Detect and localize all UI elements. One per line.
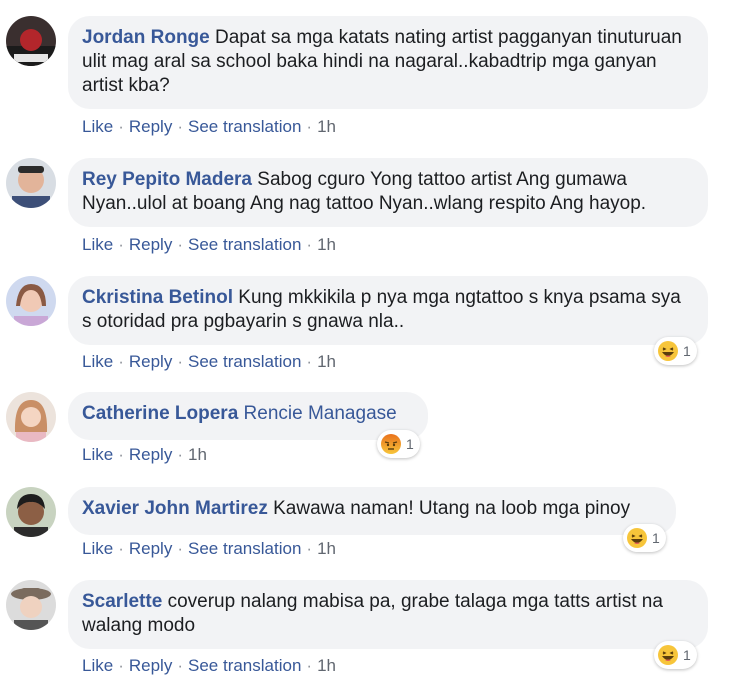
- like-link[interactable]: Like: [82, 117, 113, 136]
- see-translation-link[interactable]: See translation: [188, 117, 301, 136]
- separator: ·: [306, 352, 313, 371]
- reaction-count: 1: [683, 647, 691, 663]
- like-link[interactable]: Like: [82, 352, 113, 371]
- comment-author-link[interactable]: Jordan Ronge: [82, 27, 210, 48]
- comment-timestamp[interactable]: 1h: [317, 352, 336, 371]
- comment-author-link[interactable]: Xavier John Martirez: [82, 498, 268, 519]
- comment-author-link[interactable]: Rey Pepito Madera: [82, 169, 252, 190]
- reaction-badge[interactable]: 1: [623, 524, 666, 552]
- comment-author-link[interactable]: Catherine Lopera: [82, 403, 238, 424]
- profile-photo-icon: [6, 16, 56, 66]
- comment-timestamp[interactable]: 1h: [317, 117, 336, 136]
- separator: ·: [177, 539, 183, 558]
- comment-bubble: Scarlette coverup nalang mabisa pa, grab…: [68, 580, 708, 649]
- separator: ·: [118, 445, 124, 464]
- profile-photo-icon: [6, 392, 56, 442]
- comment-actions: Like · Reply · 1h: [82, 445, 207, 465]
- reaction-count: 1: [683, 343, 691, 359]
- comment-bubble: Rey Pepito Madera Sabog cguro Yong tatto…: [68, 158, 708, 227]
- comment-timestamp[interactable]: 1h: [317, 235, 336, 254]
- comment-actions: Like · Reply · See translation · 1h: [82, 539, 336, 559]
- separator: ·: [177, 235, 183, 254]
- comment-text: coverup nalang mabisa pa, grabe talaga m…: [82, 591, 663, 636]
- reply-link[interactable]: Reply: [129, 445, 172, 464]
- reaction-badge[interactable]: 1: [654, 337, 697, 365]
- reaction-count: 1: [406, 436, 414, 452]
- reaction-count: 1: [652, 530, 660, 546]
- profile-photo-icon: [6, 276, 56, 326]
- separator: ·: [177, 656, 183, 675]
- separator: ·: [118, 656, 124, 675]
- avatar[interactable]: [6, 580, 56, 630]
- separator: ·: [306, 235, 313, 254]
- reply-link[interactable]: Reply: [129, 117, 172, 136]
- comment-timestamp[interactable]: 1h: [188, 445, 207, 464]
- like-link[interactable]: Like: [82, 656, 113, 675]
- separator: ·: [177, 445, 183, 464]
- mention-link[interactable]: Rencie Managase: [244, 403, 397, 424]
- reaction-badge[interactable]: 1: [654, 641, 697, 669]
- separator: ·: [177, 117, 183, 136]
- haha-icon: [658, 341, 678, 361]
- avatar[interactable]: [6, 276, 56, 326]
- comment-actions: Like · Reply · See translation · 1h: [82, 117, 336, 137]
- angry-icon: [381, 434, 401, 454]
- separator: ·: [118, 539, 124, 558]
- comment-author-link[interactable]: Ckristina Betinol: [82, 287, 233, 308]
- reply-link[interactable]: Reply: [129, 656, 172, 675]
- comment-timestamp[interactable]: 1h: [317, 539, 336, 558]
- separator: ·: [177, 352, 183, 371]
- separator: ·: [118, 352, 124, 371]
- comment-author-link[interactable]: Scarlette: [82, 591, 162, 612]
- profile-photo-icon: [6, 580, 56, 630]
- like-link[interactable]: Like: [82, 539, 113, 558]
- see-translation-link[interactable]: See translation: [188, 539, 301, 558]
- avatar[interactable]: [6, 16, 56, 66]
- like-link[interactable]: Like: [82, 235, 113, 254]
- avatar[interactable]: [6, 158, 56, 208]
- comment-actions: Like · Reply · See translation · 1h: [82, 656, 336, 676]
- comment-bubble: Ckristina Betinol Kung mkkikila p nya mg…: [68, 276, 708, 345]
- reply-link[interactable]: Reply: [129, 352, 172, 371]
- reply-link[interactable]: Reply: [129, 539, 172, 558]
- separator: ·: [306, 539, 313, 558]
- comment-actions: Like · Reply · See translation · 1h: [82, 235, 336, 255]
- comment-bubble: Jordan Ronge Dapat sa mga katats nating …: [68, 16, 708, 109]
- comment-actions: Like · Reply · See translation · 1h: [82, 352, 336, 372]
- separator: ·: [306, 117, 313, 136]
- see-translation-link[interactable]: See translation: [188, 352, 301, 371]
- comment-timestamp[interactable]: 1h: [317, 656, 336, 675]
- haha-icon: [627, 528, 647, 548]
- like-link[interactable]: Like: [82, 445, 113, 464]
- separator: ·: [306, 656, 313, 675]
- reply-link[interactable]: Reply: [129, 235, 172, 254]
- separator: ·: [118, 117, 124, 136]
- profile-photo-icon: [6, 158, 56, 208]
- avatar[interactable]: [6, 392, 56, 442]
- separator: ·: [118, 235, 124, 254]
- avatar[interactable]: [6, 487, 56, 537]
- reaction-badge[interactable]: 1: [377, 430, 420, 458]
- profile-photo-icon: [6, 487, 56, 537]
- see-translation-link[interactable]: See translation: [188, 656, 301, 675]
- see-translation-link[interactable]: See translation: [188, 235, 301, 254]
- comment-bubble: Catherine Lopera Rencie Managase: [68, 392, 428, 440]
- comment-text: Kawawa naman! Utang na loob mga pinoy: [273, 498, 631, 519]
- comment-bubble: Xavier John Martirez Kawawa naman! Utang…: [68, 487, 676, 535]
- haha-icon: [658, 645, 678, 665]
